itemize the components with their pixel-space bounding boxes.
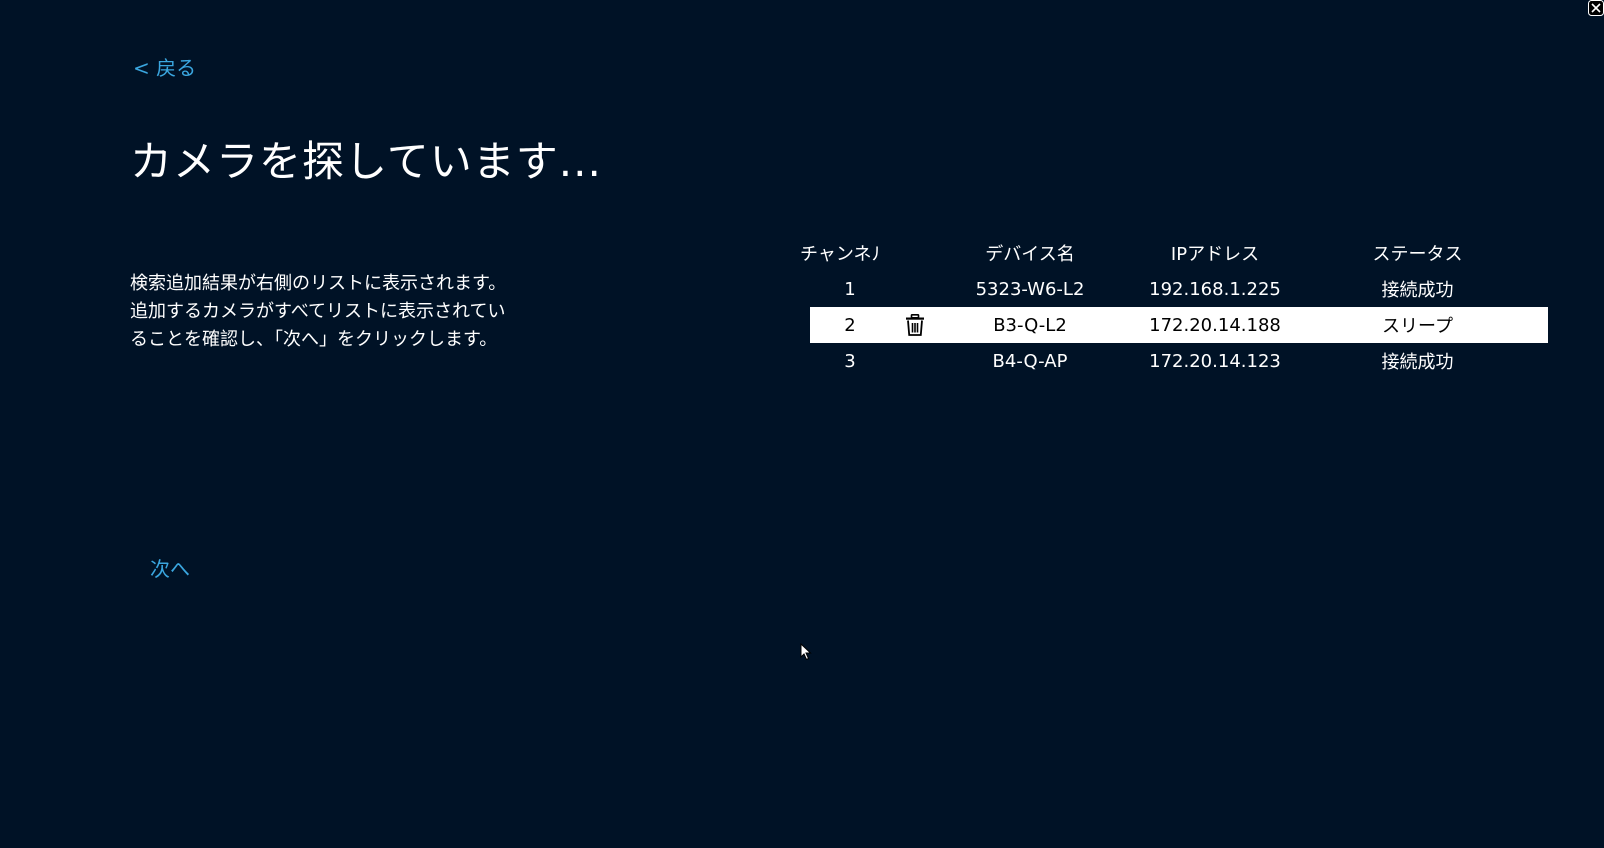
trash-icon[interactable] bbox=[905, 314, 925, 336]
device-name-cell: B3-Q-L2 bbox=[993, 314, 1067, 336]
channel-cell: 1 bbox=[844, 278, 856, 300]
device-table: チャンネル デバイス名 IPアドレス ステータス 1 5323-W6-L2 19… bbox=[800, 235, 1548, 379]
status-cell: 接続成功 bbox=[1381, 352, 1454, 373]
instructions-line: 検索追加結果が右側のリストに表示されます。 bbox=[130, 273, 507, 294]
mouse-cursor-icon bbox=[800, 643, 812, 661]
header-device-name: デバイス名 bbox=[985, 244, 1075, 265]
status-cell: スリープ bbox=[1382, 316, 1453, 337]
table-header-row: チャンネル デバイス名 IPアドレス ステータス bbox=[800, 235, 1548, 271]
table-row[interactable]: 1 5323-W6-L2 192.168.1.225 接続成功 bbox=[810, 271, 1548, 307]
ip-address-cell: 172.20.14.123 bbox=[1149, 350, 1281, 372]
table-row-selected[interactable]: 2 B3-Q-L2 172.20.14.188 スリープ bbox=[810, 307, 1548, 343]
instructions-text: 検索追加結果が右側のリストに表示されます。 追加するカメラがすべてリストに表示さ… bbox=[130, 270, 570, 354]
back-button[interactable]: < 戻る bbox=[133, 52, 196, 81]
close-icon[interactable] bbox=[1588, 0, 1604, 16]
ip-address-cell: 192.168.1.225 bbox=[1149, 278, 1281, 300]
device-name-cell: B4-Q-AP bbox=[992, 350, 1068, 372]
header-status: ステータス bbox=[1372, 244, 1463, 265]
header-ip-address: IPアドレス bbox=[1170, 244, 1260, 265]
device-name-cell: 5323-W6-L2 bbox=[975, 278, 1085, 300]
page-title: カメラを探しています... bbox=[130, 137, 602, 186]
status-cell: 接続成功 bbox=[1381, 280, 1454, 301]
delete-cell bbox=[890, 314, 940, 336]
ip-address-cell: 172.20.14.188 bbox=[1149, 314, 1281, 336]
instructions-line: 追加するカメラがすべてリストに表示されてい bbox=[130, 301, 506, 322]
channel-cell: 2 bbox=[844, 314, 856, 336]
header-channel: チャンネル bbox=[800, 244, 880, 265]
channel-cell: 3 bbox=[844, 350, 856, 372]
instructions-line: ることを確認し、「次へ」をクリックします。 bbox=[130, 329, 498, 350]
table-row[interactable]: 3 B4-Q-AP 172.20.14.123 接続成功 bbox=[810, 343, 1548, 379]
next-button[interactable]: 次へ bbox=[150, 553, 190, 582]
